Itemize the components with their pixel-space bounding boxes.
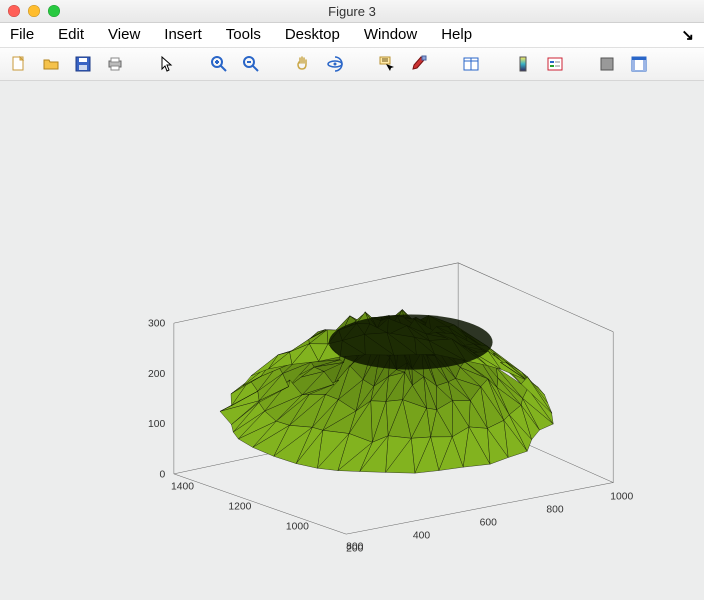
svg-text:1000: 1000 [610, 492, 633, 503]
menu-file[interactable]: File [10, 23, 34, 47]
svg-text:1200: 1200 [228, 501, 251, 512]
svg-text:400: 400 [413, 530, 430, 541]
menu-edit[interactable]: Edit [58, 23, 84, 47]
z-axis-ticks: 0 100 200 300 [148, 319, 165, 481]
menubar-overflow-icon[interactable]: ↘ [681, 26, 694, 44]
axes-svg: 0100200300 800100012001400 2004006008001… [60, 181, 684, 560]
svg-text:200: 200 [148, 369, 165, 380]
svg-text:1400: 1400 [171, 481, 194, 492]
titlebar: Figure 3 [0, 0, 704, 23]
window-title: Figure 3 [0, 4, 704, 19]
print-icon[interactable] [104, 53, 126, 75]
open-icon[interactable] [40, 53, 62, 75]
svg-text:300: 300 [148, 319, 165, 330]
menubar: File Edit View Insert Tools Desktop Wind… [0, 23, 704, 48]
zoom-in-icon[interactable] [208, 53, 230, 75]
menu-desktop[interactable]: Desktop [285, 23, 340, 47]
new-figure-icon[interactable] [8, 53, 30, 75]
zoom-out-icon[interactable] [240, 53, 262, 75]
pan-icon[interactable] [292, 53, 314, 75]
brush-icon[interactable] [408, 53, 430, 75]
toolbar [0, 48, 704, 81]
colorbar-icon[interactable] [512, 53, 534, 75]
datacursor-icon[interactable] [376, 53, 398, 75]
rotate3d-icon[interactable] [324, 53, 346, 75]
svg-text:200: 200 [346, 543, 363, 554]
x-axis-ticks: 800100012001400 [171, 481, 364, 552]
y-axis-ticks: 200 400 600 800 1000 [346, 492, 633, 555]
menu-view[interactable]: View [108, 23, 140, 47]
axes-3d[interactable]: 0100200300 800100012001400 2004006008001… [60, 181, 684, 560]
save-icon[interactable] [72, 53, 94, 75]
hide-plot-tools-icon[interactable] [596, 53, 618, 75]
show-plot-tools-icon[interactable] [628, 53, 650, 75]
menu-help[interactable]: Help [441, 23, 472, 47]
svg-text:1000: 1000 [286, 522, 309, 533]
svg-text:800: 800 [546, 505, 563, 516]
svg-text:100: 100 [148, 419, 165, 430]
link-icon[interactable] [460, 53, 482, 75]
figure-window: Figure 3 File Edit View Insert Tools Des… [0, 0, 704, 600]
legend-icon[interactable] [544, 53, 566, 75]
figure-canvas[interactable]: 0100200300 800100012001400 2004006008001… [0, 81, 704, 600]
menu-window[interactable]: Window [364, 23, 417, 47]
menu-insert[interactable]: Insert [164, 23, 202, 47]
svg-text:600: 600 [480, 518, 497, 529]
pointer-icon[interactable] [156, 53, 178, 75]
svg-text:0: 0 [160, 469, 166, 480]
menu-tools[interactable]: Tools [226, 23, 261, 47]
surface-mesh [220, 310, 553, 474]
